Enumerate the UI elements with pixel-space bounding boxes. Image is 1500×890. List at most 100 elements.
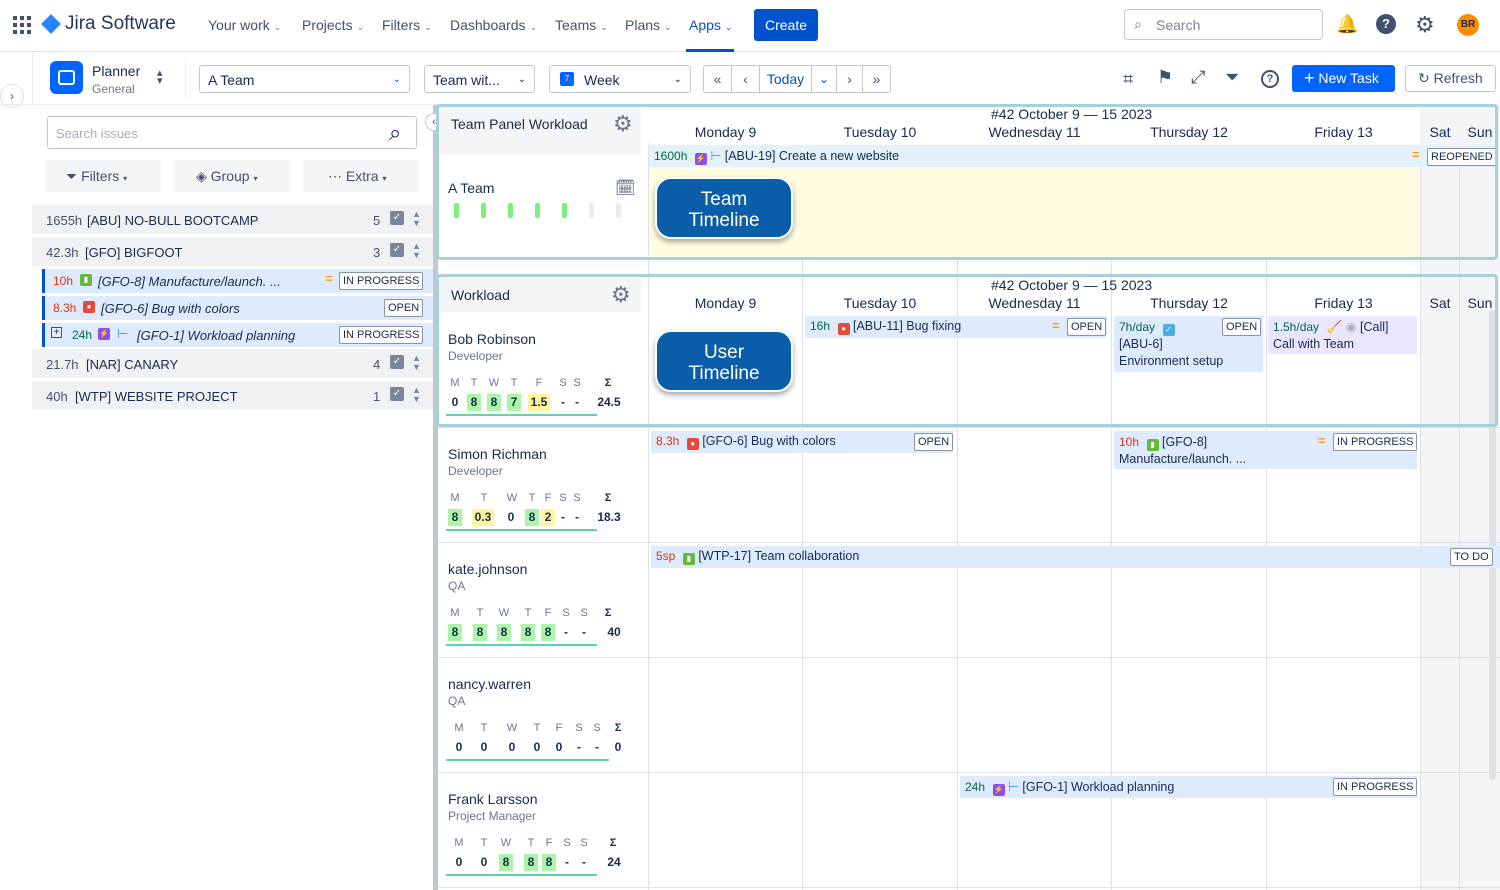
user-timeline-highlight [436, 274, 1498, 427]
settings-gear-icon[interactable]: ⚙ [1415, 12, 1435, 38]
issue-row[interactable]: 10h ▮ [GFO-8] Manufacture/launch. ... = … [42, 269, 433, 293]
search-issues-input[interactable]: Search issues ⌕ [47, 116, 417, 149]
layers-icon: ◈ [196, 168, 207, 184]
project-group-wtp[interactable]: 40h [WTP] WEBSITE PROJECT 1 ✓ ▲ ▼ [32, 381, 433, 411]
search-issues-placeholder: Search issues [56, 126, 138, 141]
today-dropdown-button[interactable]: ⌄ [811, 65, 837, 93]
epic-icon: ⚡ [992, 784, 1005, 796]
sort-icon[interactable]: ▲ ▼ [412, 210, 421, 228]
project-group-abu[interactable]: 1655h [ABU] NO-BULL BOOTCAMP 5 ✓ ▲ ▼ [32, 205, 433, 235]
timeline-grid: Team Panel Workload ⚙ #42 October 9 — 15… [436, 104, 1500, 890]
nav-dashboards[interactable]: Dashboards ⌄ [450, 17, 537, 33]
app-switcher-icon[interactable] [13, 16, 31, 34]
more-icon: ⋯ [328, 168, 342, 184]
task-bar[interactable]: 5sp ▮ [WTP-17] Team collaboration [651, 546, 1500, 568]
issues-panel: Search issues ⌕ ⏷ Filters ▾ ◈ Group ▾ ⋯ … [32, 105, 433, 890]
filter-icon: ⏷ [66, 168, 78, 184]
chevron-down-icon: ⌄ [517, 74, 526, 85]
nav-plans[interactable]: Plans ⌄ [625, 17, 672, 33]
nav-apps[interactable]: Apps ⌄ [689, 17, 732, 33]
next-button[interactable]: › [836, 65, 863, 93]
weekly-hours-summary: MTWTFSSΣ 0 0 8 8 8- -24 [446, 837, 621, 877]
create-button[interactable]: Create [754, 9, 818, 41]
bug-icon: ● [83, 301, 95, 313]
priority-medium-icon: = [1318, 433, 1326, 448]
sort-icon[interactable]: ▲ ▼ [412, 354, 421, 372]
planner-app-icon [50, 61, 83, 94]
nav-filters[interactable]: Filters ⌄ [382, 17, 432, 33]
first-page-button[interactable]: « [703, 65, 732, 93]
user-avatar[interactable]: BR [1457, 14, 1479, 36]
focus-icon[interactable]: ⌗ [1123, 69, 1133, 90]
search-icon: ⌕ [1134, 16, 1142, 32]
help-circle-icon[interactable]: ? [1261, 70, 1279, 88]
help-icon[interactable]: ? [1376, 14, 1396, 34]
switch-view-icon[interactable]: ▴ ▾ [157, 68, 163, 87]
issue-row[interactable]: + 24h ⚡ ⊢ [GFO-1] Workload planning IN P… [42, 323, 433, 347]
period-select[interactable]: 7 Week ⌄ [549, 65, 691, 93]
toolbar-divider [185, 59, 186, 99]
filters-button[interactable]: ⏷ Filters ▾ [45, 160, 161, 192]
calendar-icon: 7 [560, 72, 574, 86]
hierarchy-icon: ⊢ [1008, 780, 1019, 794]
status-badge: IN PROGRESS [339, 272, 424, 290]
checkbox-icon[interactable]: ✓ [390, 355, 404, 369]
team-with-select[interactable]: Team wit... ⌄ [424, 65, 535, 93]
nav-teams[interactable]: Teams ⌄ [555, 17, 608, 33]
nav-projects[interactable]: Projects ⌄ [302, 17, 364, 33]
refresh-icon: ↻ [1418, 70, 1430, 86]
task-bar[interactable]: 8.3h ● [GFO-6] Bug with colors [651, 431, 953, 453]
previous-button[interactable]: ‹ [731, 65, 760, 93]
story-icon: ▮ [682, 553, 695, 565]
flag-icon[interactable]: ⚑ [1157, 67, 1173, 88]
sort-icon[interactable]: ▲ ▼ [412, 242, 421, 260]
refresh-button[interactable]: ↻ Refresh [1405, 65, 1496, 92]
app-subtitle: General [92, 82, 135, 96]
fullscreen-icon[interactable]: ⤢ [1191, 67, 1205, 88]
status-badge: IN PROGRESS [1333, 778, 1418, 796]
story-icon: ▮ [80, 274, 92, 286]
new-task-button[interactable]: + New Task [1292, 65, 1395, 92]
app-title: Planner [92, 63, 141, 79]
last-page-button[interactable]: » [862, 65, 891, 93]
hierarchy-icon: ⊢ [117, 326, 129, 341]
checkbox-icon[interactable]: ✓ [390, 387, 404, 401]
weekly-hours-summary: MTWTFSSΣ 00000--0 [446, 722, 621, 762]
top-navigation: Jira Software Your work ⌄ Projects ⌄ Filte… [0, 0, 1500, 52]
today-button[interactable]: Today [759, 65, 812, 93]
chevron-down-icon: ⌄ [392, 74, 401, 85]
weekly-hours-summary: MTWTFSSΣ 8 8 8 8 8- -40 [446, 607, 621, 647]
search-icon: ⌕ [389, 120, 402, 145]
project-group-nar[interactable]: 21.7h [NAR] CANARY 4 ✓ ▲ ▼ [32, 349, 433, 379]
status-badge: IN PROGRESS [339, 326, 424, 344]
bug-icon: ● [686, 438, 699, 450]
planner-toolbar: Planner General ▴ ▾ A Team ⌄ Team wit... ⌄ … [0, 53, 1500, 105]
priority-medium-icon: = [325, 271, 333, 286]
checkbox-icon[interactable]: ✓ [390, 243, 404, 257]
chevron-down-icon: ⌄ [673, 74, 682, 85]
expand-icon[interactable]: + [51, 327, 62, 338]
extra-button[interactable]: ⋯ Extra ▾ [303, 160, 419, 192]
status-badge: OPEN [384, 299, 424, 317]
global-search-placeholder: Search [1156, 17, 1201, 33]
notifications-icon[interactable]: 🔔 [1336, 14, 1358, 35]
status-badge: OPEN [914, 433, 954, 451]
project-group-gfo[interactable]: 42.3h [GFO] BIGFOOT 3 ✓ ▲ ▼ [32, 237, 433, 267]
global-search-input[interactable]: ⌕ Search [1124, 9, 1323, 40]
status-badge: TO DO [1450, 548, 1493, 566]
jira-logo-icon[interactable] [41, 14, 61, 34]
team-timeline-highlight [436, 104, 1498, 260]
story-icon: ▮ [1146, 439, 1159, 451]
filter-icon[interactable]: ⏷ [1225, 67, 1239, 88]
issue-row[interactable]: 8.3h ● [GFO-6] Bug with colors OPEN [42, 296, 433, 320]
weekly-hours-summary: MTWTFSSΣ 8 0.3 0 8 2- -18.3 [446, 492, 621, 532]
team-select[interactable]: A Team ⌄ [199, 65, 410, 93]
epic-icon: ⚡ [98, 328, 110, 340]
nav-your-work[interactable]: Your work ⌄ [208, 17, 281, 33]
sort-icon[interactable]: ▲ ▼ [412, 386, 421, 404]
checkbox-icon[interactable]: ✓ [390, 211, 404, 225]
product-name[interactable]: Jira Software [65, 13, 176, 35]
group-button[interactable]: ◈ Group ▾ [174, 160, 290, 192]
nav-apps-active-indicator [686, 49, 734, 52]
status-badge: IN PROGRESS [1333, 433, 1418, 451]
